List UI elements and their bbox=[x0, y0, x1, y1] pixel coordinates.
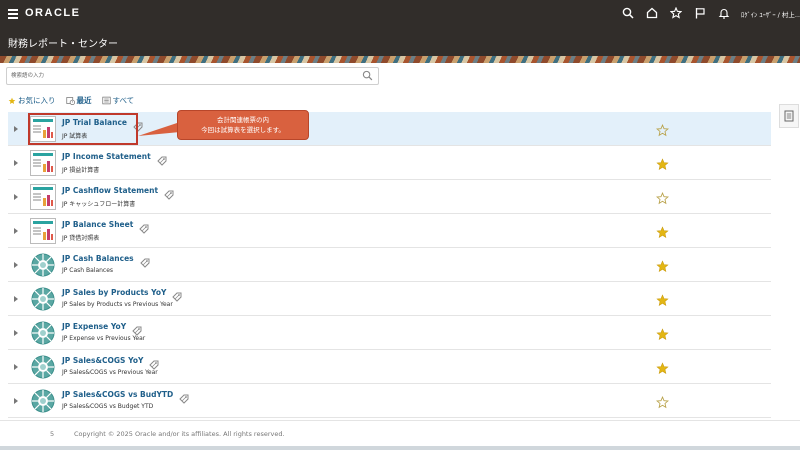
page-number: 5 bbox=[50, 430, 55, 438]
callout-line-1: 会計関連帳票の内 bbox=[217, 116, 269, 124]
search-box bbox=[6, 67, 379, 85]
copyright: Copyright © 2025 Oracle and/or its affil… bbox=[74, 430, 285, 438]
favorite-star-filled-icon[interactable] bbox=[656, 258, 669, 272]
report-name[interactable]: JP Cash Balances bbox=[62, 254, 134, 263]
star-icon bbox=[8, 97, 16, 104]
tag-icon[interactable] bbox=[172, 287, 182, 302]
dashboard-thumbnail-icon bbox=[30, 286, 56, 312]
search-icon[interactable] bbox=[620, 5, 636, 21]
report-description: JP Sales&COGS vs Previous Year bbox=[62, 369, 158, 376]
callout-pointer bbox=[138, 122, 180, 136]
decorative-banner bbox=[0, 56, 800, 63]
favorite-star-filled-icon[interactable] bbox=[656, 360, 669, 374]
report-name[interactable]: JP Sales by Products YoY bbox=[62, 288, 166, 297]
home-icon[interactable] bbox=[644, 5, 660, 21]
report-description: JP Sales by Products vs Previous Year bbox=[62, 301, 173, 308]
filter-bar: お気に入り 最近 すべて bbox=[8, 95, 144, 106]
report-name[interactable]: JP Cashflow Statement bbox=[62, 186, 158, 195]
oracle-logo[interactable]: ORACLE bbox=[25, 7, 80, 19]
filter-favorites[interactable]: お気に入り bbox=[8, 95, 56, 106]
filter-recent[interactable]: 最近 bbox=[65, 95, 92, 106]
global-header: ORACLE ﾛｸﾞｲﾝ ﾕｰｻﾞｰ / 村上... bbox=[0, 0, 800, 28]
expand-icon[interactable] bbox=[14, 228, 18, 234]
annotation-callout: 会計関連帳票の内 今回は試算表を選択します。 bbox=[177, 110, 309, 140]
report-description: JP Cash Balances bbox=[62, 267, 114, 274]
expand-icon[interactable] bbox=[14, 262, 18, 268]
report-row[interactable]: JP Balance Sheet JP 貸借対照表 bbox=[8, 214, 771, 248]
search-input[interactable] bbox=[11, 70, 351, 82]
expand-icon[interactable] bbox=[14, 194, 18, 200]
report-thumbnail-icon bbox=[30, 184, 56, 210]
report-row[interactable]: JP Sales&COGS vs BudYTD JP Sales&COGS vs … bbox=[8, 384, 771, 418]
report-row[interactable]: JP Sales&COGS YoY JP Sales&COGS vs Previo… bbox=[8, 350, 771, 384]
expand-icon[interactable] bbox=[14, 160, 18, 166]
filter-label: 最近 bbox=[76, 96, 92, 105]
report-row[interactable]: JP Expense YoY JP Expense vs Previous Yea… bbox=[8, 316, 771, 350]
tag-icon[interactable] bbox=[149, 355, 159, 370]
recent-icon bbox=[65, 97, 75, 105]
report-list: JP Trial Balance JP 試算表 JP Income Statemen… bbox=[8, 112, 771, 418]
favorites-star-icon[interactable] bbox=[668, 5, 684, 21]
favorite-star-filled-icon[interactable] bbox=[656, 292, 669, 306]
report-name[interactable]: JP Expense YoY bbox=[62, 322, 126, 331]
report-description: JP 貸借対照表 bbox=[62, 235, 100, 242]
flag-icon[interactable] bbox=[692, 5, 708, 21]
side-panel-button[interactable] bbox=[779, 104, 799, 128]
expand-icon[interactable] bbox=[14, 364, 18, 370]
user-menu[interactable]: ﾛｸﾞｲﾝ ﾕｰｻﾞｰ / 村上... bbox=[741, 9, 800, 19]
filter-label: お気に入り bbox=[18, 96, 56, 105]
report-row[interactable]: JP Cash Balances JP Cash Balances bbox=[8, 248, 771, 282]
bottom-divider bbox=[0, 446, 800, 450]
dashboard-thumbnail-icon bbox=[30, 388, 56, 414]
page-title-bar: 財務レポート・センター bbox=[0, 28, 800, 56]
filter-label: すべて bbox=[112, 96, 135, 105]
favorite-star-empty-icon[interactable] bbox=[656, 394, 669, 409]
tag-icon[interactable] bbox=[179, 389, 189, 404]
report-name[interactable]: JP Income Statement bbox=[62, 152, 151, 161]
header-icons bbox=[620, 5, 732, 21]
report-description: JP 損益計算書 bbox=[62, 167, 100, 174]
tag-icon[interactable] bbox=[139, 219, 149, 234]
callout-line-2: 今回は試算表を選択します。 bbox=[201, 126, 285, 134]
favorite-star-filled-icon[interactable] bbox=[656, 224, 669, 238]
dashboard-thumbnail-icon bbox=[30, 354, 56, 380]
dashboard-thumbnail-icon bbox=[30, 320, 56, 346]
expand-icon[interactable] bbox=[14, 330, 18, 336]
search-icon[interactable] bbox=[362, 70, 373, 81]
favorite-star-filled-icon[interactable] bbox=[656, 156, 669, 170]
menu-icon[interactable] bbox=[8, 9, 18, 19]
favorite-star-empty-icon[interactable] bbox=[656, 190, 669, 205]
report-row[interactable]: JP Cashflow Statement JP キャッシュフロー計算書 bbox=[8, 180, 771, 214]
favorite-star-empty-icon[interactable] bbox=[656, 122, 669, 137]
expand-icon[interactable] bbox=[14, 126, 18, 132]
report-name[interactable]: JP Sales&COGS vs BudYTD bbox=[62, 390, 173, 399]
list-icon bbox=[101, 96, 111, 105]
dashboard-thumbnail-icon bbox=[30, 252, 56, 278]
expand-icon[interactable] bbox=[14, 296, 18, 302]
favorite-star-filled-icon[interactable] bbox=[656, 326, 669, 340]
report-row[interactable]: JP Income Statement JP 損益計算書 bbox=[8, 146, 771, 180]
filter-all[interactable]: すべて bbox=[101, 95, 135, 106]
report-name[interactable]: JP Sales&COGS YoY bbox=[62, 356, 143, 365]
highlight-box bbox=[28, 113, 138, 145]
document-icon bbox=[784, 110, 794, 122]
notifications-bell-icon[interactable] bbox=[716, 5, 732, 21]
report-thumbnail-icon bbox=[30, 218, 56, 244]
expand-icon[interactable] bbox=[14, 398, 18, 404]
report-name[interactable]: JP Balance Sheet bbox=[62, 220, 133, 229]
tag-icon[interactable] bbox=[157, 151, 167, 166]
report-description: JP キャッシュフロー計算書 bbox=[62, 201, 136, 208]
report-row[interactable]: JP Sales by Products YoY JP Sales by Prod… bbox=[8, 282, 771, 316]
tag-icon[interactable] bbox=[164, 185, 174, 200]
tag-icon[interactable] bbox=[132, 321, 142, 336]
report-thumbnail-icon bbox=[30, 150, 56, 176]
tag-icon[interactable] bbox=[140, 253, 150, 268]
report-description: JP Expense vs Previous Year bbox=[62, 335, 146, 342]
report-description: JP Sales&COGS vs Budget YTD bbox=[62, 403, 154, 410]
page-title: 財務レポート・センター bbox=[8, 39, 118, 50]
